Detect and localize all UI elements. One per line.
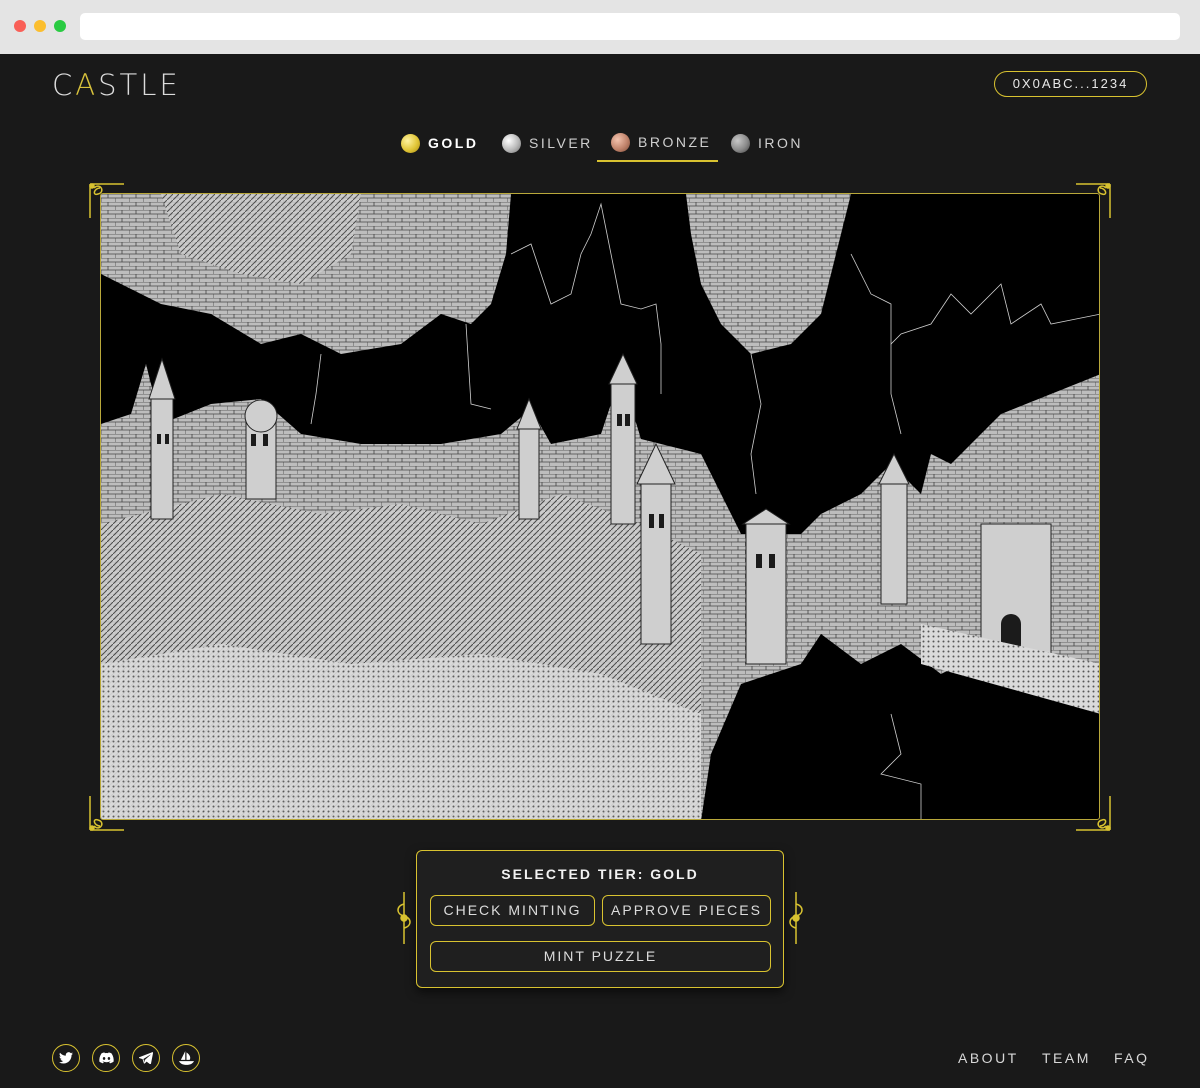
opensea-icon[interactable] xyxy=(172,1044,200,1072)
approve-pieces-button[interactable]: APPROVE PIECES xyxy=(602,895,771,926)
check-minting-button[interactable]: CHECK MINTING xyxy=(430,895,595,926)
puzzle-artwork xyxy=(100,193,1100,820)
page: CASTLE 0X0ABC...1234 GOLD SILVER BRONZE … xyxy=(0,54,1200,1088)
tier-silver-tab[interactable]: SILVER xyxy=(502,124,593,162)
team-link[interactable]: TEAM xyxy=(1042,1050,1091,1066)
tier-gold-label: GOLD xyxy=(428,135,479,151)
scroll-ornament-icon xyxy=(789,892,803,944)
tier-bronze-tab[interactable]: BRONZE xyxy=(597,124,718,162)
twitter-icon[interactable] xyxy=(52,1044,80,1072)
bronze-coin-icon xyxy=(611,132,630,152)
window-maximize-button[interactable] xyxy=(54,20,66,32)
iron-coin-icon xyxy=(731,133,750,153)
tier-iron-tab[interactable]: IRON xyxy=(731,124,803,162)
wallet-address-button[interactable]: 0X0ABC...1234 xyxy=(994,71,1147,97)
selected-tier-text: SELECTED TIER: GOLD xyxy=(501,866,699,882)
mint-panel: SELECTED TIER: GOLD CHECK MINTING APPROV… xyxy=(416,850,784,988)
tier-selector: GOLD SILVER BRONZE IRON xyxy=(0,124,1200,164)
silver-coin-icon xyxy=(502,133,521,153)
window-minimize-button[interactable] xyxy=(34,20,46,32)
telegram-icon[interactable] xyxy=(132,1044,160,1072)
gold-coin-icon xyxy=(401,133,420,153)
tier-iron-label: IRON xyxy=(758,135,803,151)
address-bar[interactable] xyxy=(80,13,1180,40)
faq-link[interactable]: FAQ xyxy=(1114,1050,1150,1066)
about-link[interactable]: ABOUT xyxy=(958,1050,1019,1066)
tier-gold-tab[interactable]: GOLD xyxy=(401,124,478,162)
tier-bronze-label: BRONZE xyxy=(638,134,712,150)
mint-puzzle-button[interactable]: MINT PUZZLE xyxy=(430,941,771,972)
logo-text-suffix: STLE xyxy=(98,68,181,102)
window-close-button[interactable] xyxy=(14,20,26,32)
logo-text-accent: A xyxy=(75,68,99,102)
logo[interactable]: CASTLE xyxy=(52,68,181,102)
castle-puzzle-image xyxy=(101,194,1099,819)
discord-icon[interactable] xyxy=(92,1044,120,1072)
tier-silver-label: SILVER xyxy=(529,135,593,151)
scroll-ornament-icon xyxy=(397,892,411,944)
browser-chrome xyxy=(0,0,1200,54)
logo-text-prefix: C xyxy=(52,68,76,102)
